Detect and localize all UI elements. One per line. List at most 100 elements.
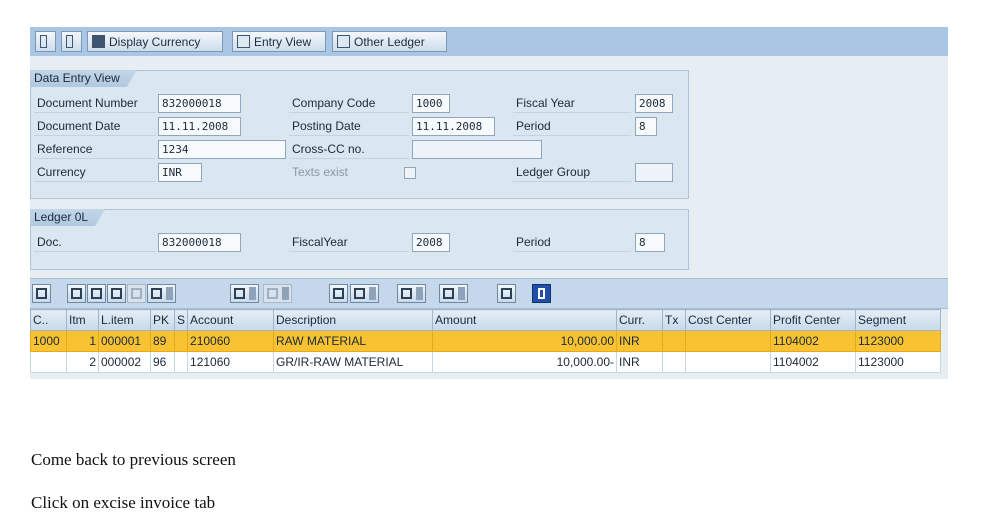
posting-date-field[interactable]: 11.11.2008 [412, 117, 495, 136]
cell-tax [662, 330, 687, 352]
ledger-group-field[interactable] [635, 163, 673, 182]
cell-company: 1000 [30, 330, 67, 352]
find-next-icon [131, 288, 142, 299]
ledger-group-label: Ledger Group [513, 162, 631, 182]
grid-toolbar [30, 278, 948, 309]
reference-label: Reference [34, 139, 156, 159]
column-header[interactable]: Cost Center [685, 309, 772, 331]
company-code-field[interactable]: 1000 [412, 94, 450, 113]
period-field[interactable]: 8 [635, 117, 657, 136]
column-header[interactable]: PK [150, 309, 175, 331]
company-code-label: Company Code [289, 93, 409, 113]
table-row[interactable]: 1000 1 000001 89 210060 RAW MATERIAL 10,… [30, 330, 942, 352]
cell-profit-center: 1104002 [770, 351, 857, 373]
period-label: Period [513, 116, 631, 136]
sort-ascending-icon [71, 288, 82, 299]
subtotal-button[interactable] [263, 284, 292, 303]
cell-account[interactable]: 121060 [187, 351, 275, 373]
other-ledger-label: Other Ledger [354, 34, 425, 49]
column-header[interactable]: S [173, 309, 189, 331]
display-currency-label: Display Currency [109, 34, 201, 49]
entry-view-label: Entry View [254, 34, 312, 49]
cell-amount: 10,000.00- [432, 351, 618, 373]
filter-button[interactable] [147, 284, 176, 303]
table-row[interactable]: 2 000002 96 121060 GR/IR-RAW MATERIAL 10… [30, 351, 942, 373]
column-header[interactable]: Amount [432, 309, 618, 331]
column-header[interactable]: Profit Center [770, 309, 857, 331]
views-button[interactable] [350, 284, 379, 303]
column-header[interactable]: Description [273, 309, 434, 331]
other-ledger-button[interactable]: Other Ledger [332, 31, 447, 52]
column-header[interactable]: C.. [30, 309, 67, 331]
cell-tax [662, 351, 687, 373]
instruction-line-2: Click on excise invoice tab [31, 493, 216, 512]
cell-segment: 1123000 [855, 351, 942, 373]
document-number-label: Document Number [34, 93, 156, 113]
column-header[interactable]: L.item [98, 309, 151, 331]
details-button[interactable] [32, 284, 51, 303]
cell-item: 1 [66, 330, 99, 352]
document-date-label: Document Date [34, 116, 156, 136]
ledger-fiscal-year-field[interactable]: 2008 [412, 233, 450, 252]
cell-currency: INR [616, 351, 664, 373]
ledger-doc-field[interactable]: 832000018 [158, 233, 241, 252]
entry-view-button[interactable]: Entry View [232, 31, 326, 52]
graphic-button[interactable] [497, 284, 516, 303]
document-number-field[interactable]: 832000018 [158, 94, 241, 113]
sum-button[interactable] [230, 284, 259, 303]
reference-field[interactable]: 1234 [158, 140, 286, 159]
texts-exist-label: Texts exist [292, 165, 349, 179]
cross-cc-field[interactable] [412, 140, 542, 159]
cell-s [173, 351, 189, 373]
export-icon [401, 288, 412, 299]
cell-company [30, 351, 67, 373]
sort-descending-button[interactable] [87, 284, 106, 303]
ledger-period-field[interactable]: 8 [635, 233, 665, 252]
cell-line-item: 000001 [98, 330, 151, 352]
sum-icon [234, 288, 245, 299]
sap-window: Display Currency Entry View Other Ledger… [30, 27, 948, 379]
entry-view-icon [237, 35, 250, 48]
cell-item: 2 [66, 351, 99, 373]
details-icon [36, 288, 47, 299]
document-date-field[interactable]: 11.11.2008 [158, 117, 241, 136]
column-header[interactable]: Curr. [616, 309, 664, 331]
texts-exist-checkbox[interactable] [404, 167, 416, 179]
currency-icon [92, 35, 105, 48]
sort-ascending-button[interactable] [67, 284, 86, 303]
cell-profit-center: 1104002 [770, 330, 857, 352]
find-next-button[interactable] [127, 284, 146, 303]
subtotal-icon [267, 288, 278, 299]
ledger-period-label: Period [513, 232, 631, 252]
data-entry-view-title: Data Entry View [30, 70, 137, 87]
line-items-table: C.. Itm L.item PK S Account Description … [30, 309, 942, 373]
find-button[interactable] [107, 284, 126, 303]
fiscal-year-field[interactable]: 2008 [635, 94, 673, 113]
change-display-icon [40, 35, 47, 48]
cell-posting-key: 96 [150, 351, 175, 373]
cell-cost-center [685, 330, 772, 352]
cross-cc-label: Cross-CC no. [289, 139, 409, 159]
print-preview-button[interactable] [329, 284, 348, 303]
column-header[interactable]: Segment [855, 309, 942, 331]
layout-button[interactable] [439, 284, 468, 303]
ledger-doc-label: Doc. [34, 232, 156, 252]
currency-field[interactable]: INR [158, 163, 202, 182]
column-header[interactable]: Itm [66, 309, 99, 331]
info-button[interactable] [532, 284, 551, 303]
ledger-title: Ledger 0L [30, 209, 105, 226]
change-display-button[interactable] [35, 31, 56, 52]
display-currency-button[interactable]: Display Currency [87, 31, 223, 52]
column-header[interactable]: Account [187, 309, 275, 331]
fiscal-year-label: Fiscal Year [513, 93, 631, 113]
views-icon [354, 288, 365, 299]
export-button[interactable] [397, 284, 426, 303]
instruction-line-1: Come back to previous screen [31, 450, 236, 469]
print-preview-icon [333, 288, 344, 299]
find-icon [111, 288, 122, 299]
print-button[interactable] [61, 31, 82, 52]
application-toolbar: Display Currency Entry View Other Ledger [30, 27, 948, 56]
cell-account[interactable]: 210060 [187, 330, 275, 352]
column-header[interactable]: Tx [662, 309, 687, 331]
cell-amount: 10,000.00 [432, 330, 618, 352]
